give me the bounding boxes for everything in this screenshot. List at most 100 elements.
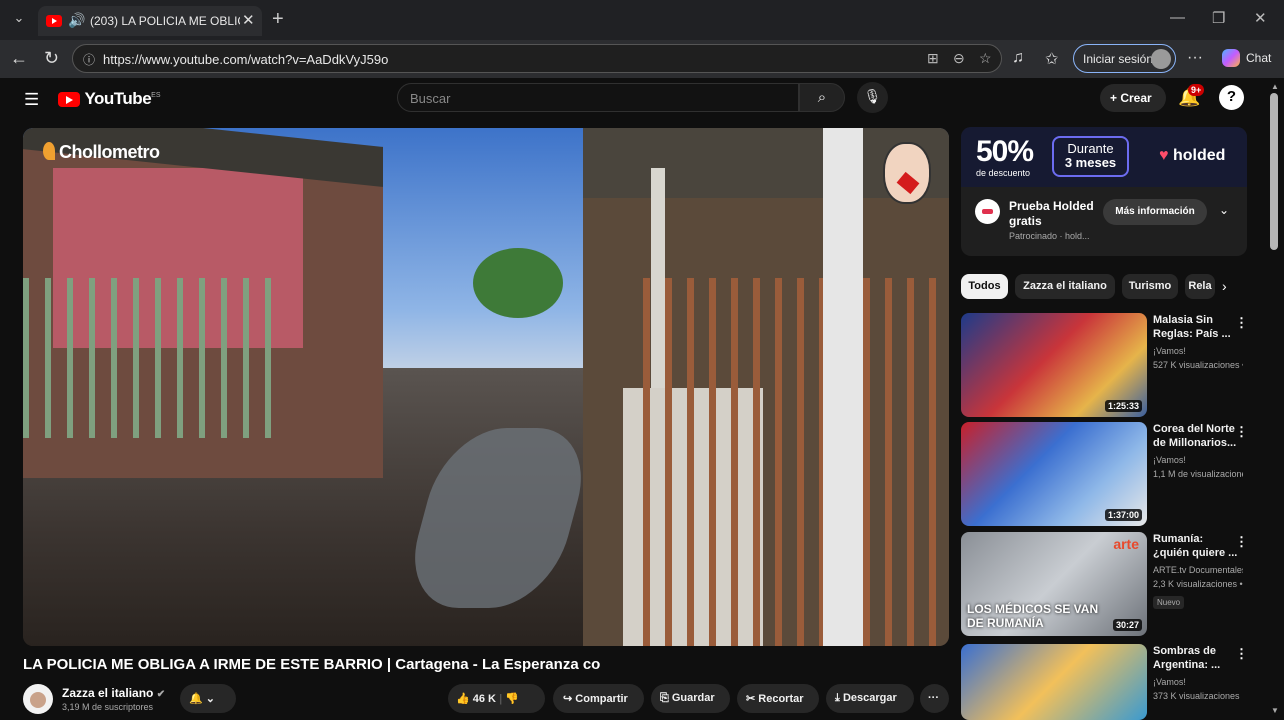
youtube-logo[interactable]: YouTubeES <box>58 89 161 109</box>
recommendation-views: 373 K visualizaciones <box>1153 691 1240 701</box>
more-options-icon[interactable]: ⋮ <box>1235 424 1248 440</box>
recommendation-channel[interactable]: ARTE.tv Documentales <box>1153 565 1243 575</box>
sign-in-button[interactable]: Iniciar sesión <box>1073 44 1176 73</box>
ad-expand-chevron-icon[interactable]: ⌄ <box>1219 203 1229 217</box>
channel-name[interactable]: Zazza el italiano ✔ <box>62 686 165 700</box>
verified-check-icon: ✔ <box>156 689 166 700</box>
notification-count-badge: 9+ <box>1188 84 1205 96</box>
video-frame-wood-fence <box>643 278 949 646</box>
duration-badge: 1:37:00 <box>1104 509 1142 521</box>
duration-badge: 1:25:33 <box>1104 400 1142 412</box>
more-dots-icon: ··· <box>928 692 939 704</box>
sponsored-ad-card[interactable]: 50% de descuento Durante 3 meses ♥ holded… <box>961 127 1247 256</box>
search-button[interactable]: ⌕ <box>799 83 845 112</box>
youtube-header: ☰ YouTubeES Buscar ⌕ 🎙 + Crear 🔔 9+ ? <box>0 78 1266 120</box>
recommendation-title[interactable]: Corea del Norte de Millonarios... <box>1153 422 1239 450</box>
create-button[interactable]: + Crear <box>1100 84 1166 112</box>
holded-wordmark: holded <box>1172 147 1226 164</box>
new-tab-plus-icon[interactable]: + <box>272 8 284 31</box>
close-window-icon[interactable]: ✕ <box>1254 9 1267 27</box>
browser-tab-active[interactable]: 🔊 (203) LA POLICIA ME OBLIGA ✕ <box>38 6 262 36</box>
address-bar[interactable]: ⓘ https://www.youtube.com/watch?v=AaDdkV… <box>72 44 1002 73</box>
holded-heart-icon: ♥ <box>1159 147 1169 164</box>
chip-related[interactable]: Rela <box>1185 274 1215 299</box>
channel-avatar[interactable] <box>23 684 53 714</box>
recommendation-title[interactable]: Rumanía: ¿quién quiere ... <box>1153 532 1239 560</box>
youtube-favicon-icon <box>46 15 62 27</box>
copilot-chat-button[interactable]: Chat <box>1216 45 1276 72</box>
download-button[interactable]: ⤓ Descargar <box>826 684 914 713</box>
microphone-icon: 🎙 <box>863 88 882 104</box>
recommendation-item[interactable]: Sombras de Argentina: ... ¡Vamos! 373 K … <box>961 644 1261 720</box>
page-scrollbar[interactable]: ▲ ▼ <box>1266 78 1284 720</box>
favorite-star-icon[interactable]: ☆ <box>979 50 992 67</box>
watermark-text: Chollometro <box>59 142 160 162</box>
more-options-icon[interactable]: ⋮ <box>1235 646 1248 662</box>
more-menu-icon[interactable]: ··· <box>1187 49 1203 67</box>
save-label: Guardar <box>671 692 715 704</box>
restore-icon[interactable]: ❐ <box>1212 9 1225 27</box>
chip-turismo[interactable]: Turismo <box>1122 274 1178 299</box>
site-info-icon[interactable]: ⓘ <box>83 51 95 68</box>
duration-badge: 30:27 <box>1112 619 1142 631</box>
ad-advertiser-logo[interactable] <box>975 199 1000 224</box>
tab-list-chevron-icon[interactable]: ⌄ <box>8 10 30 30</box>
channel-name-text[interactable]: Zazza el italiano <box>62 686 153 700</box>
chip-channel[interactable]: Zazza el italiano <box>1015 274 1115 299</box>
youtube-wordmark: YouTube <box>84 89 152 108</box>
recommendation-views: 1,1 M de visualizaciones <box>1153 469 1243 479</box>
chip-todos[interactable]: Todos <box>961 274 1008 299</box>
subscription-bell-button[interactable]: 🔔 ⌄ <box>180 684 236 713</box>
reload-icon[interactable]: ↻ <box>44 48 59 69</box>
video-thumbnail[interactable]: 1:37:00 <box>961 422 1147 526</box>
favorites-icon[interactable]: ✩ <box>1045 49 1058 69</box>
recommendation-channel[interactable]: ¡Vamos! <box>1153 455 1243 465</box>
video-thumbnail[interactable] <box>961 644 1147 720</box>
back-arrow-icon[interactable]: ← <box>10 48 28 69</box>
region-code: ES <box>151 91 161 99</box>
video-thumbnail[interactable]: arte LOS MÉDICOS SE VAN DE RUMANÍA 30:27 <box>961 532 1147 636</box>
account-avatar[interactable]: ? <box>1219 85 1244 110</box>
ad-more-info-button[interactable]: Más información <box>1103 199 1207 225</box>
like-count: 46 K <box>472 693 497 705</box>
tab-title: (203) LA POLICIA ME OBLIGA <box>90 14 240 28</box>
chat-label: Chat <box>1246 51 1272 65</box>
copilot-icon <box>1222 49 1240 67</box>
video-player[interactable]: Chollometro <box>23 128 949 646</box>
ad-banner[interactable]: 50% de descuento Durante 3 meses ♥ holded <box>961 127 1247 187</box>
share-label: Compartir <box>575 693 628 705</box>
more-options-icon[interactable]: ⋮ <box>1235 534 1248 550</box>
search-input[interactable]: Buscar <box>397 83 799 112</box>
scroll-down-icon[interactable]: ▼ <box>1271 706 1279 715</box>
subscriber-count: 3,19 M de suscriptores <box>62 702 154 712</box>
scroll-up-icon[interactable]: ▲ <box>1271 82 1279 91</box>
like-button[interactable]: 👍 46 K | 👎 <box>448 684 545 713</box>
more-options-icon[interactable]: ⋮ <box>1235 315 1248 331</box>
more-actions-button[interactable]: ··· <box>920 684 949 713</box>
share-button[interactable]: ↪ Compartir <box>553 684 644 713</box>
speaker-icon[interactable]: 🔊 <box>68 12 85 29</box>
save-button[interactable]: ⎘ Guardar <box>651 684 730 713</box>
hamburger-menu-icon[interactable]: ☰ <box>24 90 39 110</box>
recommendation-title[interactable]: Sombras de Argentina: ... <box>1153 644 1239 672</box>
video-frame-white-post <box>823 128 863 646</box>
zoom-icon[interactable]: ⊖ <box>953 50 965 67</box>
recommendation-item[interactable]: 1:37:00 Corea del Norte de Millonarios..… <box>961 422 1261 528</box>
url-text[interactable]: https://www.youtube.com/watch?v=AaDdkVyJ… <box>103 52 388 67</box>
recommendation-title[interactable]: Malasia Sin Reglas: País ... <box>1153 313 1239 341</box>
media-control-icon[interactable]: ♫ <box>1012 49 1024 67</box>
thumbs-down-icon[interactable]: 👎 <box>505 693 519 705</box>
app-available-icon[interactable]: ⊞ <box>927 50 939 67</box>
recommendation-channel[interactable]: ¡Vamos! <box>1153 346 1243 356</box>
scrollbar-thumb[interactable] <box>1270 93 1278 250</box>
video-thumbnail[interactable]: 1:25:33 <box>961 313 1147 417</box>
tab-close-icon[interactable]: ✕ <box>242 11 255 29</box>
recommendation-channel[interactable]: ¡Vamos! <box>1153 677 1243 687</box>
clip-button[interactable]: ✂ Recortar <box>737 684 819 713</box>
voice-search-button[interactable]: 🎙 <box>857 82 888 113</box>
recommendation-item[interactable]: arte LOS MÉDICOS SE VAN DE RUMANÍA 30:27… <box>961 532 1261 638</box>
ad-sponsored-label: Patrocinado · hold... <box>1009 231 1090 241</box>
chips-next-chevron-icon[interactable]: › <box>1222 278 1227 294</box>
recommendation-item[interactable]: 1:25:33 Malasia Sin Reglas: País ... ¡Va… <box>961 313 1261 419</box>
minimize-icon[interactable]: — <box>1170 9 1185 26</box>
